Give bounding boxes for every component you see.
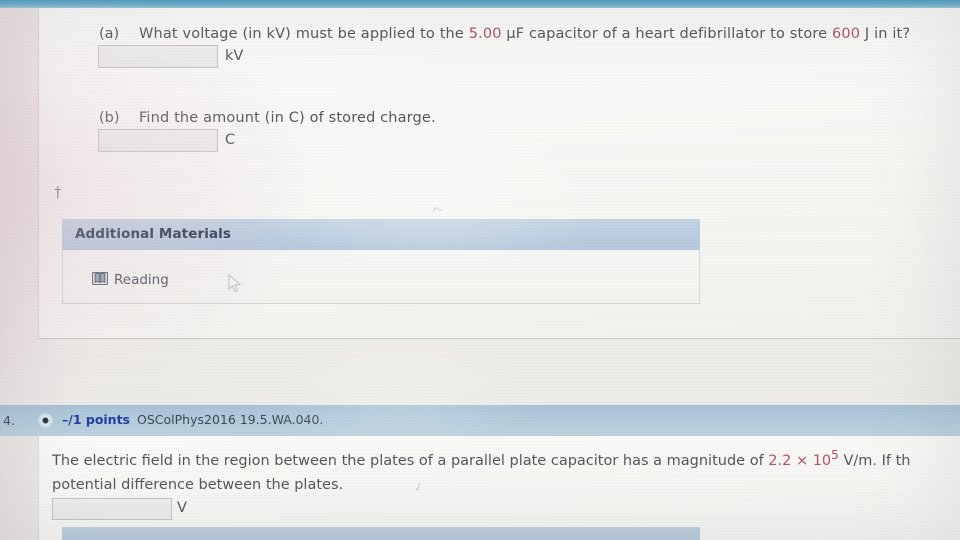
- question-4-unit: V: [177, 500, 187, 516]
- radio-dot-icon[interactable]: [38, 413, 53, 428]
- part-a-text-mid: µF capacitor of a heart defibrillator to…: [501, 26, 832, 42]
- part-b-unit: C: [225, 132, 236, 148]
- additional-materials-title: Additional Materials: [75, 226, 232, 242]
- part-a-unit: kV: [225, 48, 244, 64]
- question-4-number: 4.: [3, 413, 15, 428]
- part-a-value-capacitance: 5.00: [468, 26, 502, 42]
- question-4-times-ten: × 10: [791, 452, 832, 469]
- question-4-points: –/1 points: [62, 412, 130, 427]
- part-a-value-energy: 600: [831, 26, 861, 42]
- part-b-text: Find the amount (in C) of stored charge.: [139, 110, 436, 126]
- additional-materials-header[interactable]: Additional Materials: [62, 219, 700, 250]
- reading-link-label: Reading: [114, 271, 169, 288]
- question-4-text-before: The electric field in the region between…: [52, 452, 769, 469]
- browser-chrome-strip: [0, 0, 960, 8]
- part-a-text-before: What voltage (in kV) must be applied to …: [139, 26, 469, 42]
- footnote-dagger: †: [54, 183, 62, 201]
- next-additional-materials-header[interactable]: [62, 527, 700, 540]
- part-a-answer-input[interactable]: [98, 45, 218, 68]
- question-4-text-line1: The electric field in the region between…: [52, 448, 910, 469]
- screen-surface: (a) What voltage (in kV) must be applied…: [0, 0, 960, 540]
- part-b-answer-input[interactable]: [98, 129, 218, 152]
- question-4-field-value: 2.2: [768, 452, 792, 469]
- part-a-text: What voltage (in kV) must be applied to …: [139, 26, 910, 42]
- question-4-text-after: V/m. If th: [838, 452, 911, 469]
- question-4-exponent: 5: [831, 448, 839, 462]
- part-a-label: (a): [99, 26, 120, 42]
- part-b-label: (b): [99, 110, 120, 126]
- question-4-answer-input[interactable]: [52, 498, 172, 520]
- book-icon: [91, 270, 109, 289]
- reading-material-link[interactable]: Reading: [91, 270, 169, 289]
- part-a-text-after: J in it?: [860, 26, 911, 42]
- question-4-code: OSColPhys2016 19.5.WA.040.: [137, 412, 324, 427]
- mouse-cursor: [228, 273, 242, 294]
- question-4-text-line2: potential difference between the plates.: [52, 477, 344, 493]
